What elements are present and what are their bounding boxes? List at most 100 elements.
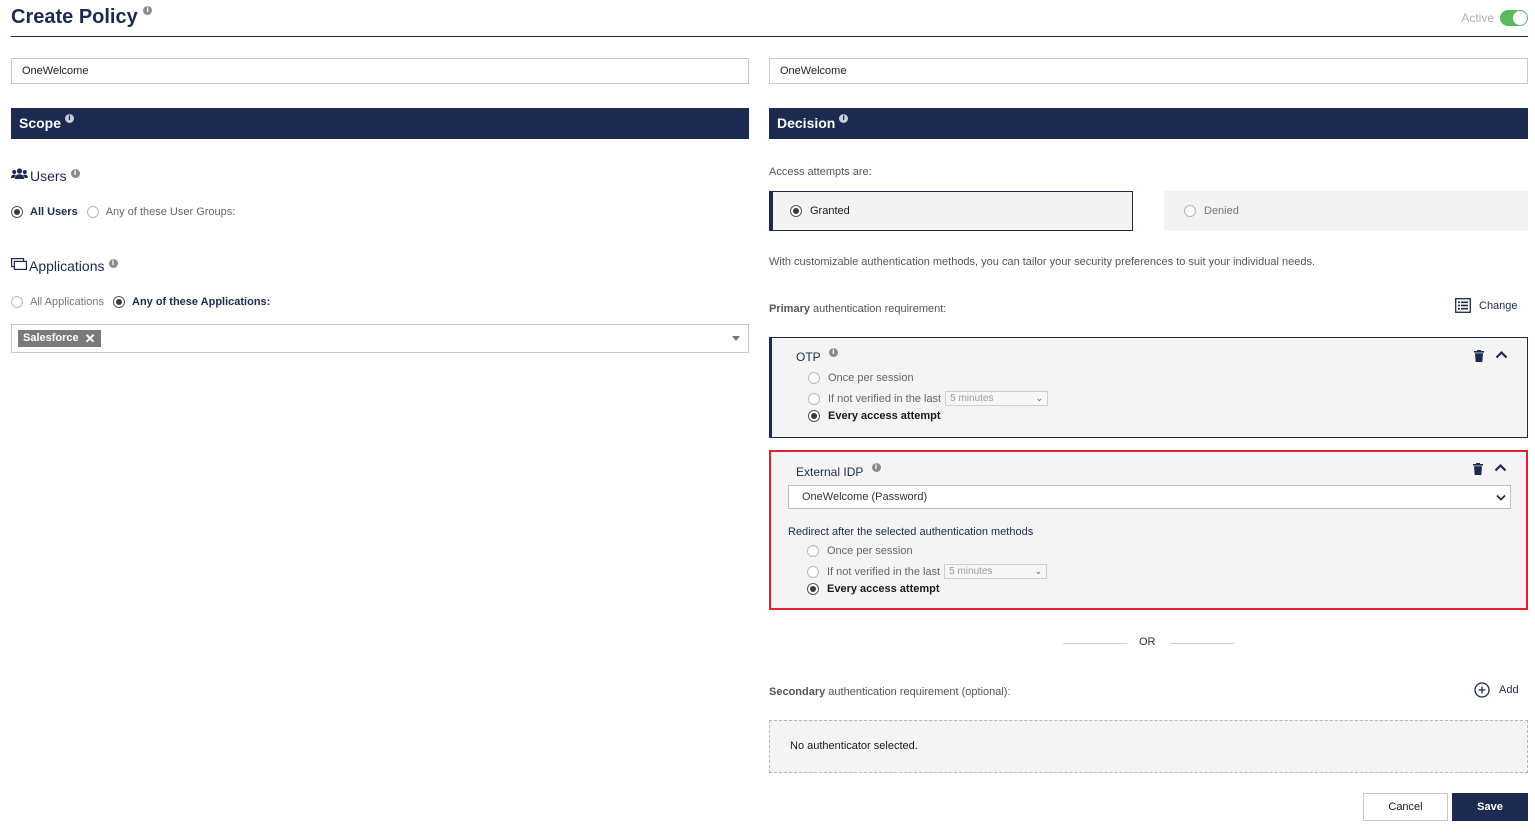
all-users-radio[interactable] [11,206,23,218]
change-label: Change [1479,299,1518,312]
otp-title-row: OTP i [796,348,838,364]
or-divider: OR [1063,636,1234,650]
idp-option-once[interactable]: Once per session [807,545,913,557]
any-applications-radio[interactable] [113,296,125,308]
info-icon[interactable]: i [828,348,838,357]
policy-name-value: OneWelcome [22,65,89,77]
denied-option[interactable]: Denied [1164,191,1528,231]
decision-header: Decision i [769,108,1528,139]
info-icon[interactable]: i [108,258,118,268]
applications-multiselect[interactable]: Salesforce ✕ [11,324,749,353]
or-line-left [1063,643,1127,644]
users-section-title: Users i [11,164,80,184]
otp-every-radio[interactable] [808,410,820,422]
otp-every-label: Every access attempt [828,410,941,422]
no-authenticator-text: No authenticator selected. [790,740,918,752]
plus-circle-icon [1474,682,1490,698]
trash-icon[interactable] [1473,463,1483,475]
chevron-down-icon [1496,494,1506,501]
granted-option[interactable]: Granted [769,191,1133,231]
applications-title: Applications [29,258,105,274]
info-icon[interactable]: i [839,114,849,123]
idp-option-every[interactable]: Every access attempt [807,583,940,595]
idp-duration-select[interactable]: 5 minutes ⌄ [944,564,1048,579]
idp-every-radio[interactable] [807,583,819,595]
any-applications-label[interactable]: Any of these Applications: [132,296,270,308]
access-attempts-label: Access attempts are: [769,166,872,178]
granted-radio[interactable] [790,205,802,217]
idp-if-not-verified-radio[interactable] [807,565,819,578]
info-icon[interactable]: i [143,6,153,15]
granted-label: Granted [810,205,850,217]
otp-option-every[interactable]: Every access attempt [808,410,941,422]
otp-once-label: Once per session [828,372,914,384]
info-icon[interactable]: i [64,114,74,123]
external-idp-dropdown[interactable]: OneWelcome (Password) [788,485,1511,509]
policy-description-input[interactable]: OneWelcome [769,58,1528,84]
dropdown-caret-icon[interactable] [732,336,740,341]
remove-tag-icon[interactable]: ✕ [85,330,96,347]
info-icon[interactable]: i [871,463,881,472]
add-button[interactable]: Add [1474,682,1519,698]
primary-label-bold: Primary [769,303,810,315]
otp-duration-select[interactable]: 5 minutes ⌄ [945,391,1049,406]
or-label: OR [1139,636,1156,648]
secondary-requirement-label: Secondary authentication requirement (op… [769,686,1011,698]
otp-if-not-verified-radio[interactable] [808,392,820,405]
redirect-label: Redirect after the selected authenticati… [788,526,1034,538]
otp-if-not-verified-label: If not verified in the last [828,392,942,405]
applications-options: All Applications Any of these Applicatio… [11,296,270,308]
toggle-knob [1513,11,1527,25]
all-users-label[interactable]: All Users [30,206,78,218]
page-title: Create Policy [11,6,138,28]
external-idp-dropdown-value: OneWelcome (Password) [802,491,928,503]
otp-once-radio[interactable] [808,372,820,384]
info-icon[interactable]: i [70,168,80,178]
or-line-right [1170,643,1234,644]
save-button[interactable]: Save [1452,793,1528,821]
external-idp-card: External IDP i OneWelcome (Password) Red… [769,450,1528,610]
active-toggle[interactable]: Active [1461,9,1528,27]
chevron-up-icon[interactable] [1495,350,1508,359]
applications-section-title: Applications i [11,254,118,274]
secondary-empty-box: No authenticator selected. [769,720,1528,773]
otp-option-if-not-verified[interactable]: If not verified in the last 5 minutes ⌄ [808,391,1049,406]
all-applications-radio[interactable] [11,296,23,308]
otp-title: OTP [796,350,821,364]
idp-every-label: Every access attempt [827,583,940,595]
external-idp-title-row: External IDP i [796,463,881,479]
decision-title: Decision [777,115,836,131]
idp-once-radio[interactable] [807,545,819,557]
all-applications-label[interactable]: All Applications [30,296,104,308]
header-divider [11,36,1528,37]
idp-option-if-not-verified[interactable]: If not verified in the last 5 minutes ⌄ [807,564,1048,579]
applications-icon [11,258,27,270]
user-groups-radio[interactable] [86,206,99,218]
cancel-button[interactable]: Cancel [1363,793,1448,821]
external-idp-title: External IDP [796,465,864,479]
otp-card: OTP i Once per session If not verified i… [769,337,1528,438]
otp-duration-value: 5 minutes [950,393,994,404]
list-icon [1455,298,1471,313]
scope-title: Scope [19,115,62,131]
chevron-down-icon: ⌄ [1035,393,1044,403]
decision-description: With customizable authentication methods… [769,256,1316,268]
chevron-up-icon[interactable] [1494,463,1507,472]
user-groups-label[interactable]: Any of these User Groups: [106,206,236,218]
primary-label-rest: authentication requirement: [809,303,947,315]
policy-name-input[interactable]: OneWelcome [11,58,749,84]
active-label: Active [1461,11,1494,25]
users-title: Users [30,168,67,184]
trash-icon[interactable] [1474,350,1484,362]
users-icon [11,168,28,179]
change-button[interactable]: Change [1455,298,1518,313]
otp-option-once[interactable]: Once per session [808,372,914,384]
add-label: Add [1499,684,1519,696]
denied-radio[interactable] [1184,205,1196,217]
idp-once-label: Once per session [827,545,913,557]
denied-label: Denied [1204,205,1239,217]
toggle-switch[interactable] [1500,10,1528,26]
primary-requirement-label: Primary authentication requirement: [769,303,946,315]
idp-if-not-verified-label: If not verified in the last [827,565,941,578]
idp-duration-value: 5 minutes [949,566,993,577]
